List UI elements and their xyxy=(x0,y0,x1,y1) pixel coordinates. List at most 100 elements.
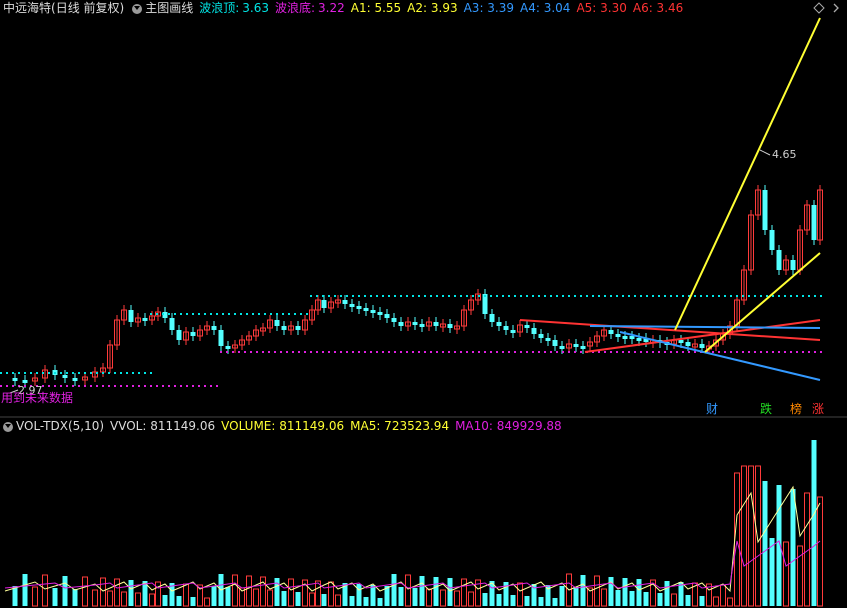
volume-bar xyxy=(636,579,642,606)
volume-bar xyxy=(461,578,467,607)
candle-body xyxy=(419,324,425,327)
resistance-dots xyxy=(186,313,188,315)
volume-bar xyxy=(288,578,294,607)
diamond-icon[interactable] xyxy=(813,2,825,14)
chevron-right-icon[interactable] xyxy=(830,2,842,14)
resistance-dots xyxy=(808,295,810,297)
support-dots xyxy=(210,385,212,387)
resistance-dots xyxy=(562,295,564,297)
candle-body xyxy=(398,322,404,326)
volume-bar xyxy=(267,589,273,607)
resistance-dots xyxy=(222,313,224,315)
candle-body xyxy=(295,326,301,330)
support-dots xyxy=(550,351,552,353)
support-dots xyxy=(772,351,774,353)
support-dots xyxy=(12,385,14,387)
resistance-dots xyxy=(640,295,642,297)
volume-bar xyxy=(100,577,106,607)
dropdown-circle-icon[interactable] xyxy=(132,3,143,14)
indicator-name[interactable]: 主图画线 xyxy=(145,0,193,17)
resistance-dots xyxy=(388,295,390,297)
resistance-dots xyxy=(198,313,200,315)
volume-bar xyxy=(699,596,705,606)
support-dots xyxy=(382,351,384,353)
volume-bar xyxy=(538,597,544,606)
support-dots xyxy=(6,385,8,387)
resistance-dots xyxy=(228,313,230,315)
support-dots xyxy=(778,351,780,353)
resistance-dots xyxy=(664,295,666,297)
candle-body xyxy=(128,310,134,322)
candle-body xyxy=(211,326,217,330)
volume-bar xyxy=(594,575,600,607)
candle-body xyxy=(685,342,691,346)
volume-bar xyxy=(328,581,334,607)
volume-bar xyxy=(643,592,649,606)
resistance-dots xyxy=(670,295,672,297)
resistance-dots xyxy=(42,372,44,374)
support-dots xyxy=(556,351,558,353)
support-dots xyxy=(514,351,516,353)
flag-rise[interactable]: 涨 xyxy=(812,402,824,416)
candle-body xyxy=(545,338,551,341)
volume-bar xyxy=(232,574,238,607)
volume-bar xyxy=(573,587,579,606)
volume-bar xyxy=(664,581,670,606)
flag-finance[interactable]: 财 xyxy=(706,402,718,416)
candle-body xyxy=(790,260,796,270)
volume-bar xyxy=(176,596,182,606)
support-dots xyxy=(538,351,540,353)
flag-list[interactable]: 榜 xyxy=(790,402,802,416)
resistance-dots xyxy=(376,295,378,297)
resistance-dots xyxy=(108,372,110,374)
support-dots xyxy=(748,351,750,353)
volume-bar xyxy=(295,592,301,606)
support-dots xyxy=(60,385,62,387)
candle-body xyxy=(176,330,182,340)
resistance-dots xyxy=(418,295,420,297)
candle-body xyxy=(559,346,565,349)
volume-bar xyxy=(629,591,635,606)
resistance-dots xyxy=(66,372,68,374)
candle-body xyxy=(699,344,705,348)
dropdown-circle-icon[interactable] xyxy=(3,421,13,432)
candle-body xyxy=(225,346,231,349)
volume-bar xyxy=(321,594,327,606)
support-dots xyxy=(718,351,720,353)
volume-indicator-name[interactable]: VOL-TDX(5,10) xyxy=(16,418,104,435)
support-dots xyxy=(132,385,134,387)
support-dots xyxy=(442,351,444,353)
resistance-dots xyxy=(150,372,152,374)
volume-bar xyxy=(274,578,280,606)
support-dots xyxy=(226,351,228,353)
support-dots xyxy=(814,351,816,353)
support-dots xyxy=(490,351,492,353)
volume-bar xyxy=(82,576,88,607)
flag-fall[interactable]: 跌 xyxy=(760,402,772,416)
candle-body xyxy=(510,330,516,333)
support-dots xyxy=(484,351,486,353)
resistance-dots xyxy=(736,295,738,297)
resistance-dots xyxy=(568,295,570,297)
support-dots xyxy=(216,385,218,387)
support-dots xyxy=(156,385,158,387)
resistance-dots xyxy=(448,295,450,297)
candle-body xyxy=(496,322,502,326)
resistance-dots xyxy=(310,295,312,297)
support-dots xyxy=(532,351,534,353)
a5-value: A5: 3.30 xyxy=(576,1,627,15)
resistance-dots xyxy=(150,313,152,315)
volume-bar xyxy=(426,588,432,607)
resistance-dots xyxy=(144,372,146,374)
candle-body xyxy=(636,338,642,341)
resistance-dots xyxy=(204,313,206,315)
resistance-dots xyxy=(322,295,324,297)
stock-chart-canvas[interactable] xyxy=(0,0,847,608)
volume-bar xyxy=(622,578,628,606)
support-dots xyxy=(328,351,330,353)
support-dots xyxy=(232,351,234,353)
resistance-dots xyxy=(748,295,750,297)
resistance-dots xyxy=(334,295,336,297)
resistance-dots xyxy=(814,295,816,297)
support-dots xyxy=(72,385,74,387)
